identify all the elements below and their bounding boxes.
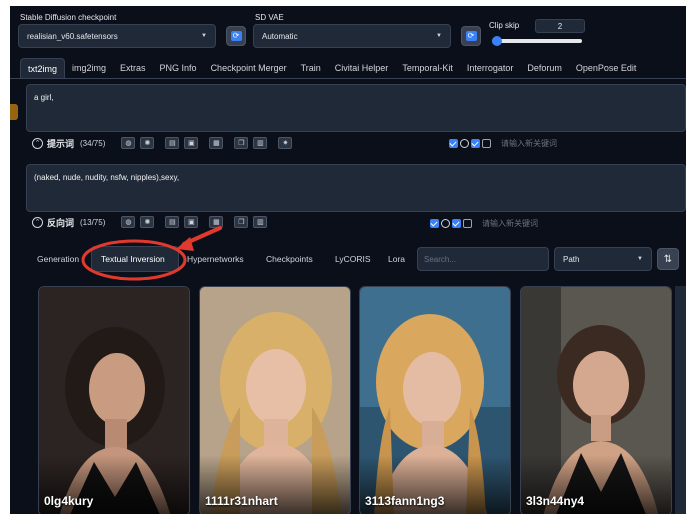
sort-value: Path [563, 254, 580, 264]
card-title: 3113fann1ng3 [365, 494, 445, 508]
checkbox-checked[interactable] [471, 138, 480, 148]
positive-keyword-input[interactable]: 请输入新关键词 [501, 138, 557, 149]
tab-generation[interactable]: Generation [37, 254, 79, 264]
tab-extras[interactable]: Extras [113, 58, 153, 78]
tab-checkpoint-merger[interactable]: Checkpoint Merger [204, 58, 294, 78]
sort-select[interactable]: Path ▼ [554, 247, 652, 271]
positive-keyword-row: 请输入新关键词 [449, 137, 557, 149]
clip-skip-handle[interactable] [492, 36, 502, 46]
tab-deforum[interactable]: Deforum [520, 58, 569, 78]
tab-lycoris[interactable]: LyCORIS [335, 254, 371, 264]
tab-img2img[interactable]: img2img [65, 58, 113, 78]
clock-icon [460, 138, 469, 148]
card-3l3n44ny4[interactable]: 3l3n44ny4 [520, 286, 672, 514]
tab-png-info[interactable]: PNG Info [153, 58, 204, 78]
refresh-vae-button[interactable]: ⟳ [461, 26, 481, 46]
globe-icon[interactable]: ◍ [121, 137, 136, 149]
vae-value: Automatic [262, 31, 298, 41]
image-icon[interactable]: ▦ [209, 137, 224, 149]
negative-keyword-input[interactable]: 请输入新关键词 [482, 218, 538, 229]
positive-prompt-input[interactable]: a girl, [26, 84, 686, 132]
refresh-icon: ⟳ [230, 31, 242, 41]
bookmark-icon[interactable]: ▣ [184, 137, 199, 149]
clip-skip-slider[interactable] [492, 36, 582, 46]
card-1111r31nhart[interactable]: 1111r31nhart [199, 286, 351, 514]
main-tabs: txt2img img2img Extras PNG Info Checkpoi… [20, 58, 643, 78]
tab-train[interactable]: Train [294, 58, 328, 78]
copy-icon[interactable]: ❐ [234, 216, 249, 228]
tab-checkpoints[interactable]: Checkpoints [266, 254, 313, 264]
checkpoint-label: Stable Diffusion checkpoint [20, 13, 117, 22]
card-title: 0lg4kury [44, 494, 94, 508]
checkbox-checked[interactable] [430, 218, 439, 228]
checkpoint-value: realisian_v60.safetensors [27, 31, 118, 41]
paste-icon[interactable]: ▤ [165, 137, 180, 149]
search-input[interactable]: Search... [417, 247, 549, 271]
side-handle[interactable] [10, 104, 18, 120]
trash-icon[interactable]: ▥ [253, 216, 268, 228]
refresh-checkpoint-button[interactable]: ⟳ [226, 26, 246, 46]
sort-order-button[interactable]: ⇅ [657, 248, 679, 270]
chevron-down-icon: ▼ [637, 256, 643, 262]
refresh-icon: ⟳ [465, 31, 477, 41]
gear-icon[interactable]: ✺ [140, 137, 155, 149]
card-title: 3l3n44ny4 [526, 494, 585, 508]
checkpoint-select[interactable]: realisian_v60.safetensors ▼ [18, 24, 216, 48]
tab-openpose-edit[interactable]: OpenPose Edit [569, 58, 644, 78]
vae-select[interactable]: Automatic ▼ [253, 24, 451, 48]
tab-temporal-kit[interactable]: Temporal-Kit [395, 58, 460, 78]
checkbox-unchecked[interactable] [463, 218, 472, 228]
positive-token-count: (34/75) [80, 138, 106, 148]
positive-label: 提示词 [47, 138, 75, 149]
tab-lora[interactable]: Lora [388, 254, 405, 264]
checkbox-unchecked[interactable] [482, 138, 491, 148]
positive-toolbar: ⌃ 提示词 (34/75) ◍ ✺ ▤ ▣ ▦ ❐ ▥ ✷ [32, 136, 297, 150]
tab-interrogator[interactable]: Interrogator [460, 58, 521, 78]
trash-icon[interactable]: ▥ [253, 137, 268, 149]
card-0lg4kury[interactable]: 0lg4kury [38, 286, 190, 514]
tab-txt2img[interactable]: txt2img [20, 58, 66, 78]
sort-arrows-icon: ⇅ [663, 253, 673, 265]
negative-label: 反向词 [47, 217, 75, 228]
annotation-overlay [81, 226, 222, 281]
tabs-divider [10, 78, 686, 79]
webui-frame: Stable Diffusion checkpoint realisian_v6… [10, 6, 686, 514]
collapse-icon[interactable]: ⌃ [32, 216, 43, 228]
copy-icon[interactable]: ❐ [234, 137, 249, 149]
annotation-ellipse [81, 239, 187, 281]
negative-keyword-row: 请输入新关键词 [430, 217, 538, 229]
checkbox-checked[interactable] [452, 218, 461, 228]
checkbox-checked[interactable] [449, 138, 458, 148]
settings-icon[interactable]: ✷ [278, 137, 293, 149]
vae-label: SD VAE [255, 13, 284, 22]
collapse-icon[interactable]: ⌃ [32, 137, 43, 149]
card-title: 1111r31nhart [205, 494, 278, 508]
card-partial-next [675, 286, 686, 514]
chevron-down-icon: ▼ [201, 33, 207, 39]
chevron-down-icon: ▼ [436, 33, 442, 39]
negative-prompt-input[interactable]: (naked, nude, nudity, nsfw, nipples),sex… [26, 164, 686, 212]
clock-icon [441, 218, 450, 228]
card-3113fann1ng3[interactable]: 3113fann1ng3 [359, 286, 511, 514]
clip-skip-label: Clip skip [489, 21, 520, 30]
clip-skip-number[interactable]: 2 [535, 19, 585, 33]
tab-civitai-helper[interactable]: Civitai Helper [328, 58, 396, 78]
